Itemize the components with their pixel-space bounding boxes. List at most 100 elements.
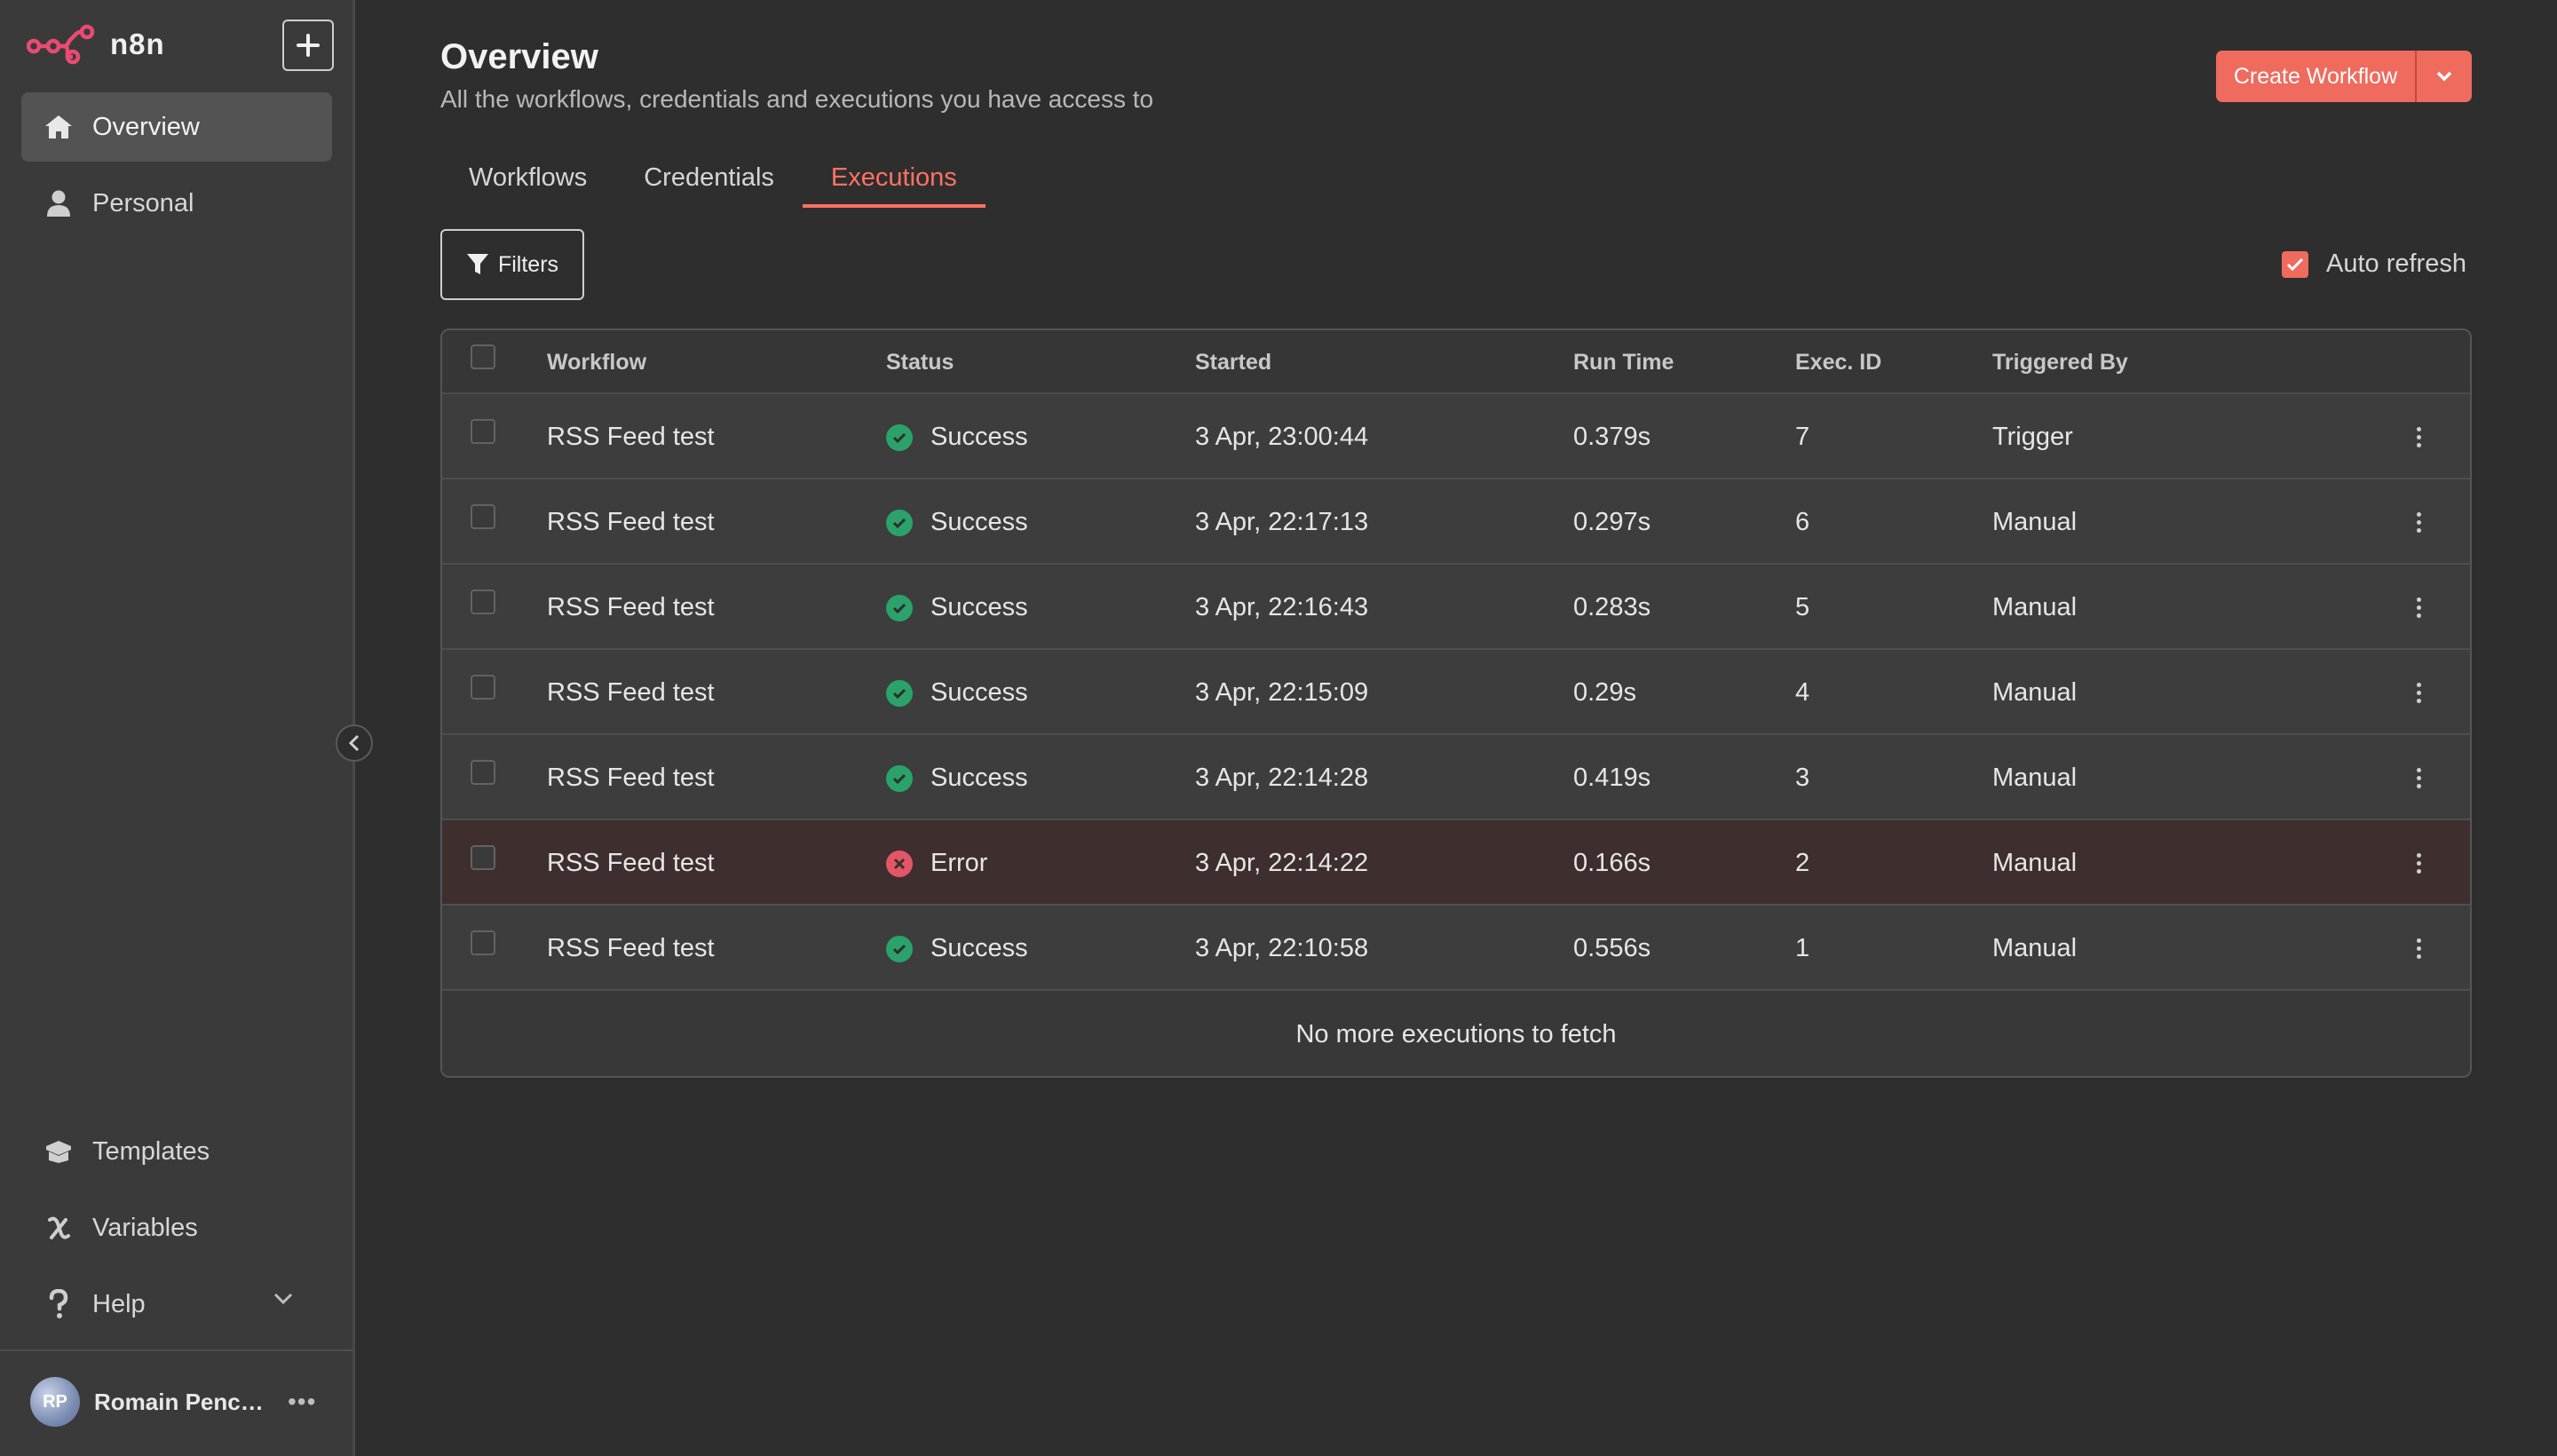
table-header: Workflow Status Started Run Time Exec. I…: [442, 330, 2470, 394]
logo-row: n8n: [27, 20, 334, 71]
status-text: Success: [930, 593, 1028, 621]
row-more-icon[interactable]: [2410, 421, 2427, 453]
column-header: Workflow: [547, 350, 647, 375]
table-row[interactable]: RSS Feed test Success 3 Apr, 22:10:58 0.556…: [442, 906, 2470, 991]
started-time: 3 Apr, 23:00:44: [1195, 423, 1369, 451]
user-menu[interactable]: RP Romain Pench... •••: [30, 1376, 323, 1428]
column-header: Started: [1195, 350, 1272, 375]
row-checkbox[interactable]: [471, 504, 495, 529]
tabs: Workflows Credentials Executions: [440, 156, 986, 208]
create-workflow-button-group: Create Workflow: [2216, 51, 2472, 102]
auto-refresh-checkbox[interactable]: [2282, 250, 2308, 278]
row-checkbox[interactable]: [471, 845, 495, 870]
exec-id: 2: [1795, 849, 1810, 877]
row-more-icon[interactable]: [2410, 506, 2427, 538]
question-icon: [43, 1288, 75, 1320]
executions-table: Workflow Status Started Run Time Exec. I…: [440, 328, 2472, 1078]
success-icon: [886, 510, 913, 536]
user-icon: [43, 187, 75, 219]
page-title: Overview: [440, 37, 598, 76]
row-checkbox[interactable]: [471, 760, 495, 785]
collapse-sidebar-button[interactable]: [336, 724, 373, 762]
success-icon: [886, 765, 913, 792]
exec-id: 4: [1795, 678, 1810, 707]
sidebar-item-label: Variables: [92, 1213, 198, 1242]
row-more-icon[interactable]: [2410, 932, 2427, 964]
sidebar-item-overview[interactable]: Overview: [21, 92, 332, 162]
column-header: Status: [886, 350, 954, 375]
triggered-by: Manual: [1992, 934, 2078, 962]
box-icon: [43, 1136, 75, 1167]
main-content: Overview All the workflows, credentials …: [355, 0, 2557, 1456]
create-workflow-button[interactable]: Create Workflow: [2216, 51, 2417, 102]
sidebar-item-label: Overview: [92, 112, 200, 141]
column-header: Triggered By: [1992, 350, 2128, 375]
success-icon: [886, 424, 913, 451]
row-more-icon[interactable]: [2410, 847, 2427, 879]
started-time: 3 Apr, 22:15:09: [1195, 678, 1369, 707]
status-text: Success: [930, 508, 1028, 536]
row-checkbox[interactable]: [471, 590, 495, 614]
started-time: 3 Apr, 22:14:28: [1195, 764, 1369, 792]
sidebar-item-help[interactable]: Help: [21, 1270, 332, 1339]
triggered-by: Manual: [1992, 678, 2078, 707]
exec-id: 5: [1795, 593, 1810, 621]
success-icon: [886, 680, 913, 707]
row-more-icon[interactable]: [2410, 762, 2427, 794]
user-more-icon[interactable]: •••: [288, 1388, 316, 1416]
variable-icon: [43, 1212, 75, 1244]
page-subtitle: All the workflows, credentials and execu…: [440, 85, 1154, 113]
workflow-name: RSS Feed test: [547, 678, 715, 707]
auto-refresh-label: Auto refresh: [2326, 249, 2466, 278]
table-row[interactable]: RSS Feed test Success 3 Apr, 22:17:13 0.297…: [442, 479, 2470, 565]
workflow-name: RSS Feed test: [547, 764, 715, 792]
run-time: 0.419s: [1573, 764, 1651, 792]
new-resource-button[interactable]: [282, 20, 334, 71]
chevron-left-icon: [348, 734, 360, 752]
table-row[interactable]: RSS Feed test Success 3 Apr, 22:16:43 0.283…: [442, 565, 2470, 650]
workflow-name: RSS Feed test: [547, 593, 715, 621]
status-text: Success: [930, 764, 1028, 792]
tab-executions[interactable]: Executions: [802, 156, 986, 208]
row-checkbox[interactable]: [471, 419, 495, 444]
success-icon: [886, 936, 913, 962]
table-row[interactable]: RSS Feed test Success 3 Apr, 23:00:44 0.379…: [442, 394, 2470, 479]
row-checkbox[interactable]: [471, 930, 495, 955]
run-time: 0.283s: [1573, 593, 1651, 621]
row-more-icon[interactable]: [2410, 677, 2427, 708]
run-time: 0.556s: [1573, 934, 1651, 962]
exec-id: 6: [1795, 508, 1810, 536]
table-row[interactable]: RSS Feed test Error 3 Apr, 22:14:22 0.166s 2…: [442, 820, 2470, 906]
select-all-checkbox[interactable]: [471, 344, 495, 369]
run-time: 0.297s: [1573, 508, 1651, 536]
table-row[interactable]: RSS Feed test Success 3 Apr, 22:14:28 0.419…: [442, 735, 2470, 820]
create-dropdown-button[interactable]: [2417, 51, 2472, 102]
filter-icon: [466, 254, 488, 274]
auto-refresh-toggle[interactable]: Auto refresh: [2282, 249, 2466, 279]
workflow-name: RSS Feed test: [547, 423, 715, 451]
exec-id: 3: [1795, 764, 1810, 792]
tab-credentials[interactable]: Credentials: [615, 156, 803, 208]
sidebar-item-templates[interactable]: Templates: [21, 1117, 332, 1186]
table-row[interactable]: RSS Feed test Success 3 Apr, 22:15:09 0.29s…: [442, 650, 2470, 735]
tab-workflows[interactable]: Workflows: [440, 156, 615, 208]
run-time: 0.166s: [1573, 849, 1651, 877]
row-checkbox[interactable]: [471, 675, 495, 700]
table-footer: No more executions to fetch: [442, 991, 2470, 1076]
sidebar-item-personal[interactable]: Personal: [21, 169, 332, 238]
exec-id: 1: [1795, 934, 1810, 962]
triggered-by: Trigger: [1992, 423, 2073, 451]
filters-button[interactable]: Filters: [440, 229, 584, 300]
column-header: Run Time: [1573, 350, 1674, 375]
started-time: 3 Apr, 22:17:13: [1195, 508, 1369, 536]
sidebar-item-variables[interactable]: Variables: [21, 1193, 332, 1262]
success-icon: [886, 595, 913, 621]
check-icon: [2286, 257, 2304, 271]
row-more-icon[interactable]: [2410, 591, 2427, 623]
workflow-name: RSS Feed test: [547, 508, 715, 536]
sidebar-divider: [0, 1349, 352, 1351]
user-name: Romain Pench...: [94, 1388, 272, 1415]
sidebar-item-label: Templates: [92, 1136, 210, 1166]
column-header: Exec. ID: [1795, 350, 1882, 375]
triggered-by: Manual: [1992, 849, 2078, 877]
